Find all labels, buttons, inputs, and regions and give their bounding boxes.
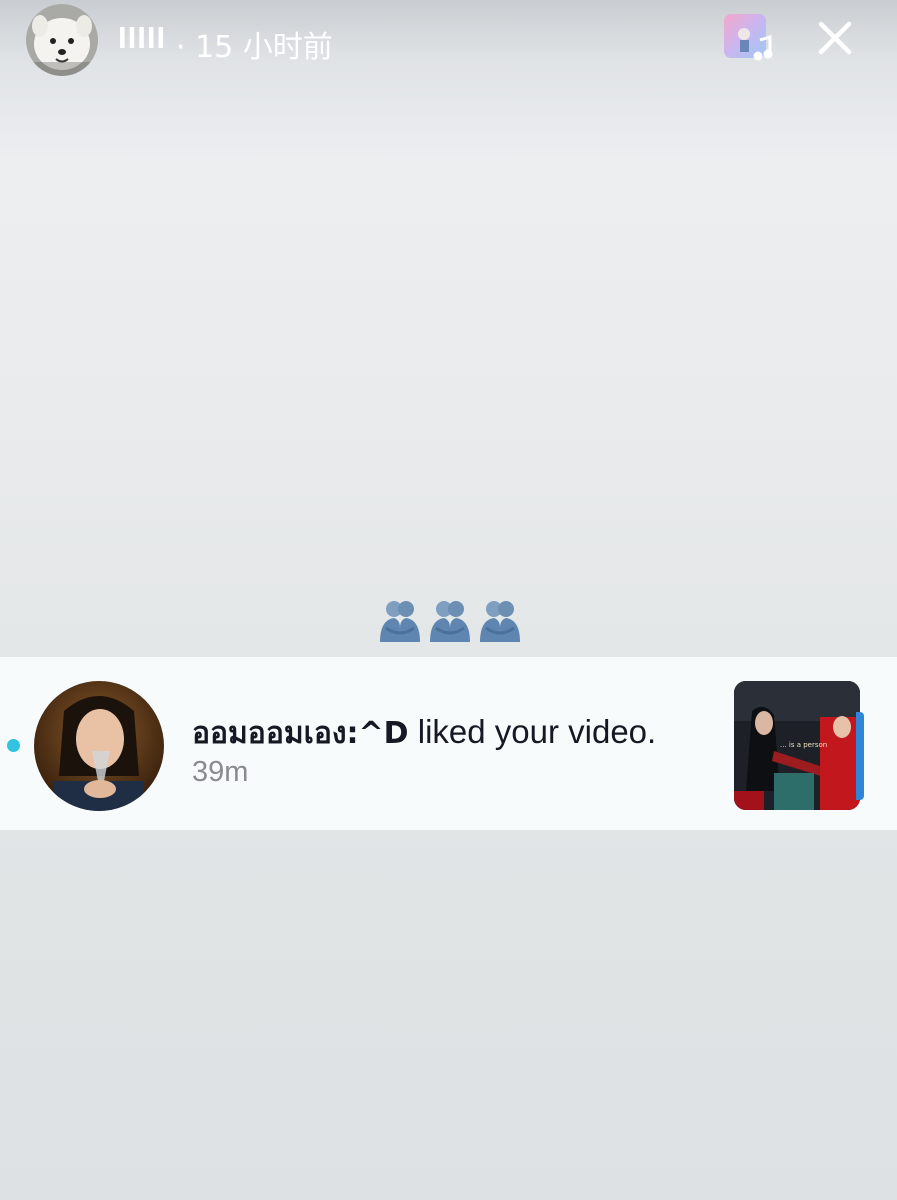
notification-actor-name[interactable]: ออมออมเอง:^D	[192, 716, 409, 751]
samoyed-dog-avatar-icon	[26, 4, 98, 76]
notification-actor-avatar[interactable]	[34, 681, 164, 811]
story-timestamp: · 15 小时前	[176, 30, 333, 65]
thumbnail-edge-accent	[856, 712, 864, 800]
story-header: IIIII · 15 小时前	[0, 0, 897, 80]
notification-message: ออมออมเอง:^D liked your video.	[192, 710, 656, 757]
liked-video-thumbnail[interactable]: ... is a person	[734, 681, 860, 810]
close-icon[interactable]	[815, 18, 855, 58]
hugging-people-emoji-icon	[380, 601, 420, 642]
music-icon[interactable]	[724, 14, 774, 64]
notification-time: 39m	[192, 756, 249, 788]
hugging-people-emoji-icon	[430, 601, 470, 642]
story-username[interactable]: IIIII	[118, 20, 166, 56]
reaction-emoji-row	[376, 598, 526, 644]
unread-indicator	[7, 739, 20, 752]
notification-action: liked your video.	[408, 713, 657, 750]
thumbnail-caption: ... is a person	[780, 741, 827, 749]
story-author-avatar[interactable]	[26, 4, 98, 76]
hugging-people-emoji-icon	[480, 601, 520, 642]
